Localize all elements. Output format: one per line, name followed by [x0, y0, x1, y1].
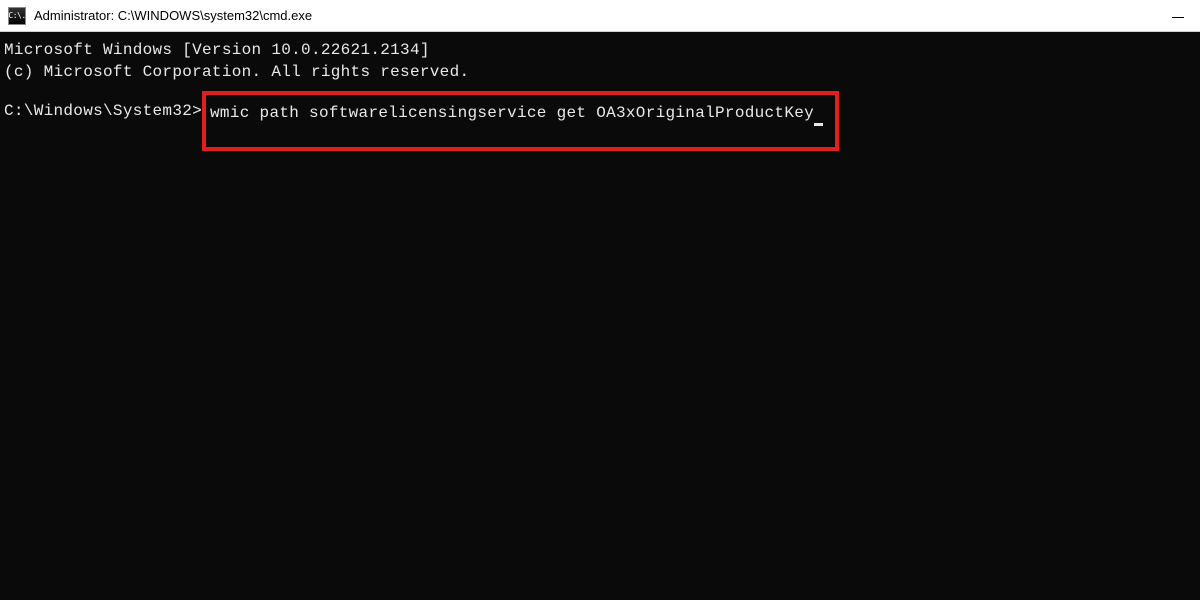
terminal-area[interactable]: Microsoft Windows [Version 10.0.22621.21… — [0, 32, 1200, 600]
typed-command: wmic path softwarelicensingservice get O… — [210, 104, 814, 122]
banner-line-2: (c) Microsoft Corporation. All rights re… — [4, 62, 1196, 84]
minimize-button[interactable] — [1172, 13, 1184, 18]
cmd-icon-label: C:\. — [8, 12, 25, 20]
window-controls — [1172, 13, 1192, 18]
prompt-path: C:\Windows\System32> — [4, 101, 202, 123]
window-title: Administrator: C:\WINDOWS\system32\cmd.e… — [34, 8, 1172, 23]
window-titlebar[interactable]: C:\. Administrator: C:\WINDOWS\system32\… — [0, 0, 1200, 32]
banner-line-1: Microsoft Windows [Version 10.0.22621.21… — [4, 40, 1196, 62]
minimize-icon — [1172, 17, 1184, 18]
text-cursor — [814, 123, 823, 126]
prompt-line: C:\Windows\System32> wmic path softwareli… — [4, 101, 1196, 161]
cmd-icon: C:\. — [8, 7, 26, 25]
command-highlight-box: wmic path softwarelicensingservice get O… — [202, 91, 839, 151]
